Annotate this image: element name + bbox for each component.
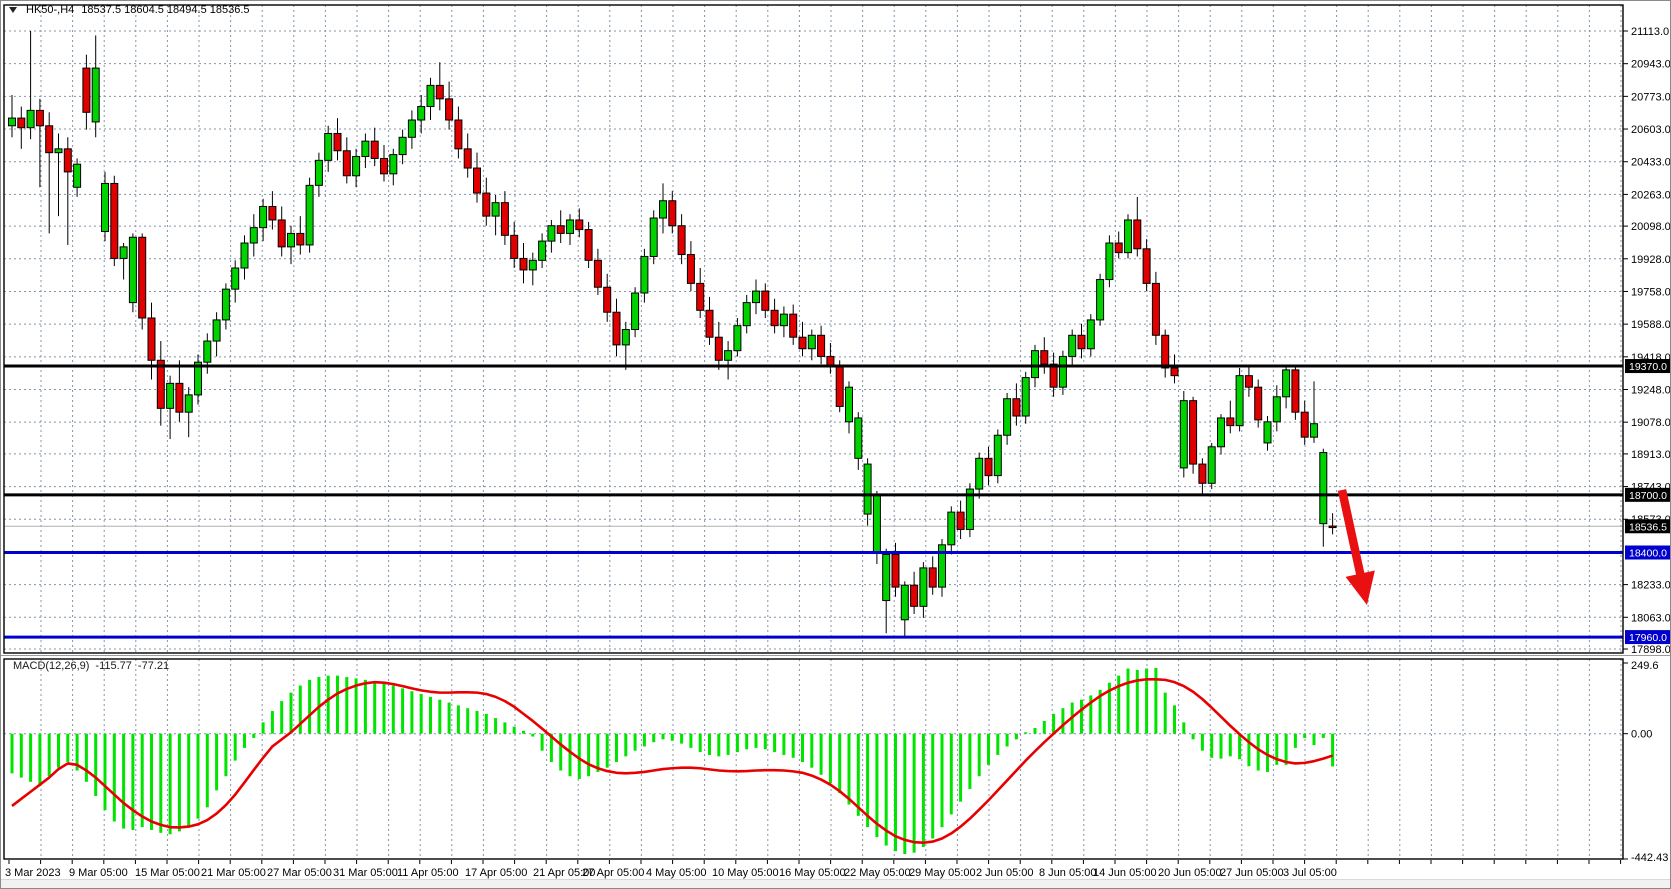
svg-text:20098.0: 20098.0 (1631, 221, 1671, 233)
macd-axis[interactable]: 249.6 0.00 -442.43 (1623, 660, 1668, 864)
svg-text:3 Jul 05:00: 3 Jul 05:00 (1283, 867, 1337, 879)
svg-text:17 Apr 05:00: 17 Apr 05:00 (465, 867, 527, 879)
plot-borders (1, 5, 1671, 859)
down-arrow-annotation (1342, 490, 1375, 605)
svg-text:21 Mar 05:00: 21 Mar 05:00 (201, 867, 266, 879)
svg-text:20943.0: 20943.0 (1631, 59, 1671, 71)
svg-text:19248.0: 19248.0 (1631, 384, 1671, 396)
svg-text:16 May 05:00: 16 May 05:00 (779, 867, 846, 879)
svg-text:3 Mar 2023: 3 Mar 2023 (5, 867, 61, 879)
svg-text:18700.0: 18700.0 (1629, 490, 1667, 502)
svg-text:9 Mar 05:00: 9 Mar 05:00 (69, 867, 128, 879)
svg-text:20433.0: 20433.0 (1631, 157, 1671, 169)
svg-text:17898.0: 17898.0 (1631, 644, 1671, 656)
grid-layer (4, 5, 1623, 859)
svg-text:8 Jun 05:00: 8 Jun 05:00 (1039, 867, 1097, 879)
svg-text:11 Apr 05:00: 11 Apr 05:00 (397, 867, 459, 879)
svg-text:0.00: 0.00 (1631, 729, 1652, 741)
svg-text:2 Jun 05:00: 2 Jun 05:00 (976, 867, 1034, 879)
chart-title: HK50-,H4 18537.5 18604.5 18494.5 18536.5 (9, 4, 250, 16)
svg-text:18063.0: 18063.0 (1631, 612, 1671, 624)
svg-text:20603.0: 20603.0 (1631, 124, 1671, 136)
svg-text:31 Mar 05:00: 31 Mar 05:00 (333, 867, 398, 879)
svg-text:27 Mar 05:00: 27 Mar 05:00 (267, 867, 332, 879)
symbol-timeframe-label: HK50-,H4 (26, 4, 74, 16)
macd-value: -115.77 (95, 660, 132, 672)
svg-text:18400.0: 18400.0 (1629, 548, 1667, 560)
hlines-layer (4, 366, 1623, 637)
ohlc-quote-label: 18537.5 18604.5 18494.5 18536.5 (81, 4, 249, 16)
macd-signal-value: -77.21 (138, 660, 169, 672)
svg-text:17960.0: 17960.0 (1629, 632, 1667, 644)
time-axis[interactable]: 3 Mar 2023 9 Mar 05:00 15 Mar 05:0021 Mar … (5, 860, 1621, 879)
svg-text:19758.0: 19758.0 (1631, 286, 1671, 298)
svg-text:18536.5: 18536.5 (1629, 521, 1667, 533)
svg-text:10 May 05:00: 10 May 05:00 (712, 867, 779, 879)
macd-layer (11, 668, 1335, 854)
macd-name: MACD(12,26,9) (13, 660, 89, 672)
svg-text:249.6: 249.6 (1631, 660, 1659, 672)
svg-text:27 Jun 05:00: 27 Jun 05:00 (1220, 867, 1284, 879)
svg-text:19588.0: 19588.0 (1631, 319, 1671, 331)
svg-text:22 May 05:00: 22 May 05:00 (844, 867, 911, 879)
svg-text:20263.0: 20263.0 (1631, 189, 1671, 201)
svg-text:20 Jun 05:00: 20 Jun 05:00 (1158, 867, 1222, 879)
svg-text:29 May 05:00: 29 May 05:00 (909, 867, 976, 879)
window-bottom-strip (1, 879, 1670, 888)
svg-text:-442.43: -442.43 (1631, 852, 1668, 864)
svg-text:15 Mar 05:00: 15 Mar 05:00 (135, 867, 200, 879)
svg-text:20773.0: 20773.0 (1631, 91, 1671, 103)
svg-text:4 May 05:00: 4 May 05:00 (646, 867, 707, 879)
symbol-dropdown-icon[interactable] (9, 7, 17, 13)
macd-indicator-label: MACD(12,26,9) -115.77 -77.21 (13, 660, 169, 672)
chart-svg[interactable]: 21113.0 20943.0 20773.0 20603.0 20433.0 20263… (1, 1, 1671, 889)
price-axis[interactable]: 21113.0 20943.0 20773.0 20603.0 20433.0 20263… (1623, 26, 1671, 656)
svg-text:19078.0: 19078.0 (1631, 417, 1671, 429)
candles-layer (9, 31, 1337, 637)
chart-window: HK50-,H4 18537.5 18604.5 18494.5 18536.5… (0, 0, 1671, 889)
svg-text:18233.0: 18233.0 (1631, 580, 1671, 592)
svg-text:14 Jun 05:00: 14 Jun 05:00 (1093, 867, 1157, 879)
price-tags: 19370.0 18700.0 18400.0 17960.0 18536.5 (1625, 359, 1671, 644)
svg-text:19370.0: 19370.0 (1629, 361, 1667, 373)
svg-text:21113.0: 21113.0 (1631, 26, 1669, 38)
svg-text:19928.0: 19928.0 (1631, 254, 1671, 266)
svg-text:27 Apr 05:00: 27 Apr 05:00 (582, 867, 644, 879)
svg-text:18913.0: 18913.0 (1631, 449, 1671, 461)
